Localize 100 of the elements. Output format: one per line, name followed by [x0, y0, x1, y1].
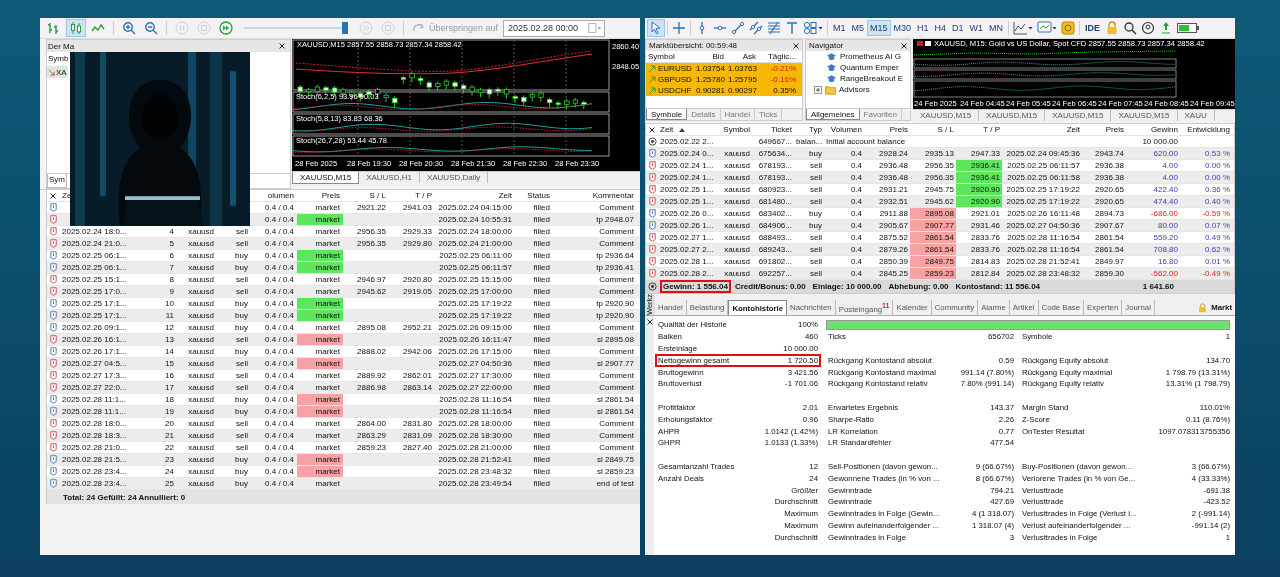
- panel-tab[interactable]: Sym: [47, 174, 67, 188]
- chart-tab[interactable]: XAUUSD,M15: [1111, 110, 1178, 121]
- column-header[interactable]: Entwicklung: [1180, 124, 1232, 135]
- table-cell-text: xauusd: [187, 286, 215, 297]
- table-cell-text: market: [314, 274, 341, 285]
- symbol-row[interactable]: XA: [47, 66, 68, 78]
- column-header[interactable]: Preis: [1082, 124, 1126, 135]
- table-cell-text: 2943.74: [1094, 148, 1125, 159]
- table-cell-text: market: [314, 430, 341, 441]
- table-cell-text: 2812.84: [970, 268, 1001, 279]
- table-cell-text: 2025.02.26 17:1...: [61, 346, 128, 357]
- column-header[interactable]: Bid: [694, 52, 726, 61]
- table-cell-text: 2025.02.28 21:0...: [61, 442, 128, 453]
- panel-tab[interactable]: Handel: [720, 109, 755, 120]
- column-header[interactable]: Zeit: [435, 190, 515, 201]
- table-cell-text: 2921.01: [970, 208, 1001, 219]
- timeframe-button[interactable]: M15: [867, 20, 891, 36]
- table-cell-text: 2863.14: [402, 382, 433, 393]
- table-cell-text: market: [314, 478, 341, 489]
- navigator-item[interactable]: Quantum Emper: [806, 62, 910, 73]
- timeframe-button[interactable]: H1: [914, 20, 932, 36]
- panel-title: Der Ma: [48, 41, 75, 51]
- column-header[interactable]: Zeit: [1002, 124, 1082, 135]
- chart-tab[interactable]: XAUUSD,H1: [359, 172, 420, 183]
- column-header[interactable]: Gewinn: [1126, 124, 1180, 135]
- timeframe-button[interactable]: M1: [830, 20, 849, 36]
- column-header[interactable]: S / L: [343, 190, 389, 201]
- timeframe-button[interactable]: D1: [949, 20, 967, 36]
- table-cell-text: tp 2920.90: [595, 310, 635, 321]
- table-cell-text: 0.90297: [727, 86, 758, 95]
- symbol-cell[interactable]: EURUSD: [646, 64, 694, 73]
- column-header[interactable]: Kommentar: [553, 190, 637, 201]
- table-cell-text: 2814.83: [970, 256, 1001, 267]
- table-cell-text: 2025.02.28 21:52:41: [437, 454, 513, 465]
- column-header[interactable]: Volumen: [824, 124, 864, 135]
- table-cell-text: 0.4 / 0.4: [264, 214, 295, 225]
- chart-tab[interactable]: XAUU: [1177, 110, 1215, 121]
- table-cell-text: 0.4 / 0.4: [264, 478, 295, 489]
- table-cell: market: [297, 454, 343, 465]
- table-cell-text: 2025.02.24 18:00:00: [437, 226, 513, 237]
- timeframe-button[interactable]: M5: [848, 20, 868, 36]
- ide-button[interactable]: IDE: [1082, 20, 1104, 36]
- table-cell-text: buy: [808, 148, 823, 159]
- chart-tab[interactable]: XAUUSD,Daily: [419, 172, 489, 183]
- navigator-item[interactable]: Advisors: [806, 84, 910, 95]
- column-header[interactable]: Symbol: [646, 52, 694, 61]
- column-header[interactable]: Preis: [297, 190, 343, 201]
- symbol-cell[interactable]: USDCHF: [646, 86, 694, 95]
- table-cell-text: 0.4 / 0.4: [264, 310, 295, 321]
- chart-tab[interactable]: XAUUSD,M15: [1045, 110, 1112, 121]
- column-header[interactable]: Preis: [864, 124, 910, 135]
- column-header[interactable]: S / L: [910, 124, 956, 135]
- table-cell-text: 0.4 / 0.4: [264, 286, 295, 297]
- table-cell-text: 25: [164, 478, 175, 489]
- panel-tab[interactable]: Details: [687, 109, 721, 120]
- panel-tab[interactable]: Favoriten: [859, 109, 902, 120]
- chart-tab[interactable]: XAUUSD,M15: [913, 110, 980, 121]
- column-header[interactable]: Täglic...: [758, 52, 798, 61]
- panel-tab[interactable]: Allgemeines: [806, 109, 860, 120]
- panel-tab[interactable]: Ticks: [754, 109, 783, 120]
- timeframe-button[interactable]: MN: [986, 20, 1007, 36]
- column-header[interactable]: Zeit: [658, 124, 716, 135]
- timeframe-button[interactable]: H4: [931, 20, 950, 36]
- panel-tab[interactable]: Symbole: [646, 109, 688, 120]
- table-cell-text: 2025.02.25 17:00:00: [437, 286, 513, 297]
- table-cell-text: filled: [532, 406, 551, 417]
- column-header[interactable]: olumen: [251, 190, 297, 201]
- chart-tab[interactable]: XAUUSD,M15: [292, 172, 360, 184]
- table-cell-text: 2861.54: [1094, 244, 1125, 255]
- column-header[interactable]: Symbol: [716, 124, 752, 135]
- table-cell-text: xauusd: [187, 370, 215, 381]
- navigator-item[interactable]: RangeBreakout E: [806, 73, 910, 84]
- navigator-item[interactable]: Prometheus AI G: [806, 51, 910, 62]
- column-header[interactable]: Typ: [794, 124, 824, 135]
- column-header[interactable]: T / P: [389, 190, 435, 201]
- table-cell-text: 2025.02.25 17:19:22: [1005, 184, 1081, 195]
- table-cell-text: 0.4 / 0.4: [264, 394, 295, 405]
- table-cell-text: 2025.02.24 1...: [659, 172, 715, 183]
- symbol-cell[interactable]: GBPUSD: [646, 75, 694, 84]
- table-cell-text: xauusd: [187, 418, 215, 429]
- table-cell-text: 2025.02.25 1...: [659, 184, 715, 195]
- table-cell: market: [297, 394, 343, 405]
- table-cell-text: sl 2907.77: [596, 358, 635, 369]
- table-cell-text: 2827.40: [402, 442, 433, 453]
- timeframe-button[interactable]: M30: [890, 20, 915, 36]
- date-field[interactable]: 2025.02.28 00:00: [503, 19, 606, 37]
- timeframe-button[interactable]: W1: [966, 20, 987, 36]
- summary-text: Credit/Bonus: 0.00: [733, 282, 807, 291]
- column-header[interactable]: Ask: [726, 52, 758, 61]
- table-cell-text: sell: [809, 268, 823, 279]
- table-cell-text: 688493...: [757, 232, 793, 243]
- column-header[interactable]: Status: [515, 190, 553, 201]
- column-header[interactable]: Ticket: [752, 124, 794, 135]
- table-cell-text: xauusd: [187, 394, 215, 405]
- column-header[interactable]: T / P: [956, 124, 1002, 135]
- table-cell-text: 2025.02.27 17:3...: [61, 370, 128, 381]
- table-cell-text: 422.40: [1152, 184, 1179, 195]
- table-cell-text: 23: [164, 454, 175, 465]
- summary-text: Einlage: 10 000.00: [811, 282, 883, 291]
- chart-tab[interactable]: XAUUSD,M15: [979, 110, 1046, 121]
